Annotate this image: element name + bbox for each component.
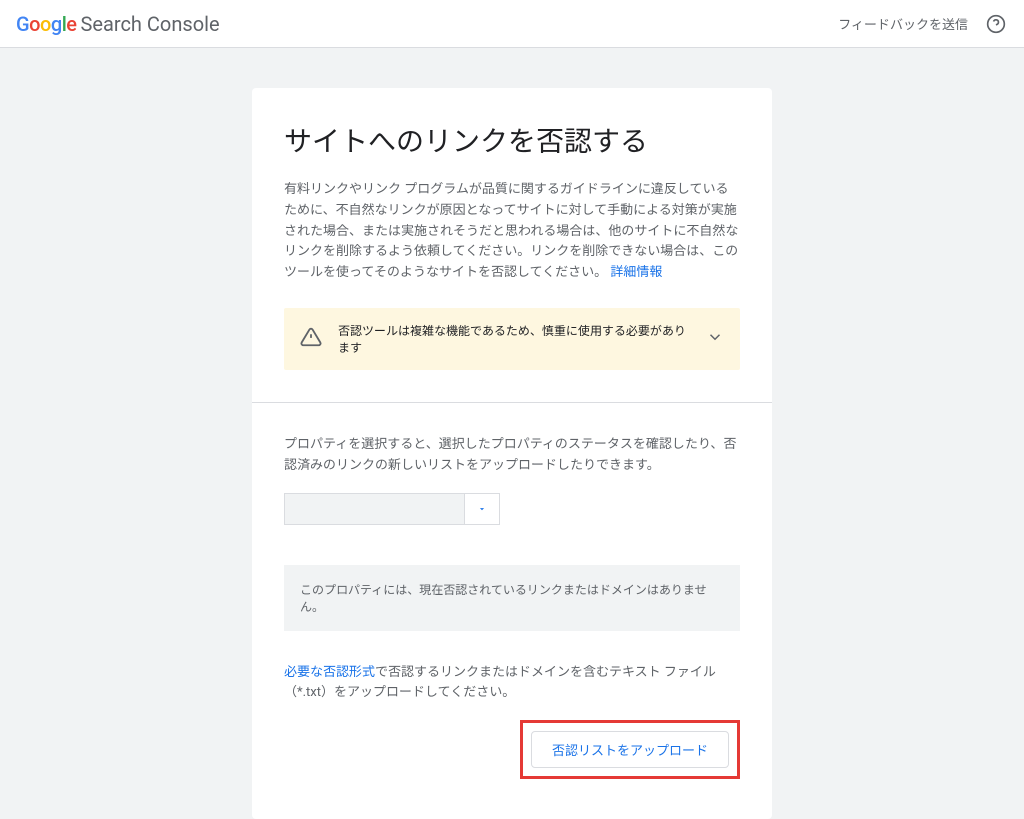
warning-icon	[300, 326, 322, 352]
format-link[interactable]: 必要な否認形式	[284, 665, 375, 680]
upload-instructions: 必要な否認形式で否認するリンクまたはドメインを含むテキスト ファイル（*.txt…	[284, 663, 740, 705]
learn-more-link[interactable]: 詳細情報	[610, 265, 662, 280]
upload-highlight-box: 否認リストをアップロード	[520, 720, 740, 779]
upload-button-row: 否認リストをアップロード	[284, 720, 740, 779]
logo-product-name: Search Console	[81, 12, 220, 36]
status-message: このプロパティには、現在否認されているリンクまたはドメインはありません。	[284, 565, 740, 631]
property-dropdown-button[interactable]	[464, 493, 500, 525]
help-icon[interactable]	[984, 12, 1008, 36]
logo[interactable]: Google Search Console	[16, 12, 220, 36]
caret-down-icon	[477, 504, 487, 514]
warning-banner: 否認ツールは複雑な機能であるため、慎重に使用する必要があります	[284, 308, 740, 370]
google-logo: Google	[16, 12, 77, 36]
header-actions: フィードバックを送信	[838, 12, 1008, 36]
description-text: 有料リンクやリンク プログラムが品質に関するガイドラインに違反しているために、不…	[284, 180, 740, 284]
page-title: サイトへのリンクを否認する	[284, 120, 740, 160]
section-divider	[252, 402, 772, 403]
upload-button[interactable]: 否認リストをアップロード	[531, 731, 729, 768]
property-input[interactable]	[284, 493, 464, 525]
property-selector	[284, 493, 740, 525]
feedback-link[interactable]: フィードバックを送信	[838, 14, 968, 33]
chevron-down-icon[interactable]	[706, 328, 724, 350]
warning-text: 否認ツールは複雑な機能であるため、慎重に使用する必要があります	[338, 322, 690, 356]
property-section-description: プロパティを選択すると、選択したプロパティのステータスを確認したり、否認済みのリ…	[284, 435, 740, 477]
main-card: サイトへのリンクを否認する 有料リンクやリンク プログラムが品質に関するガイドラ…	[252, 88, 772, 819]
app-header: Google Search Console フィードバックを送信	[0, 0, 1024, 48]
